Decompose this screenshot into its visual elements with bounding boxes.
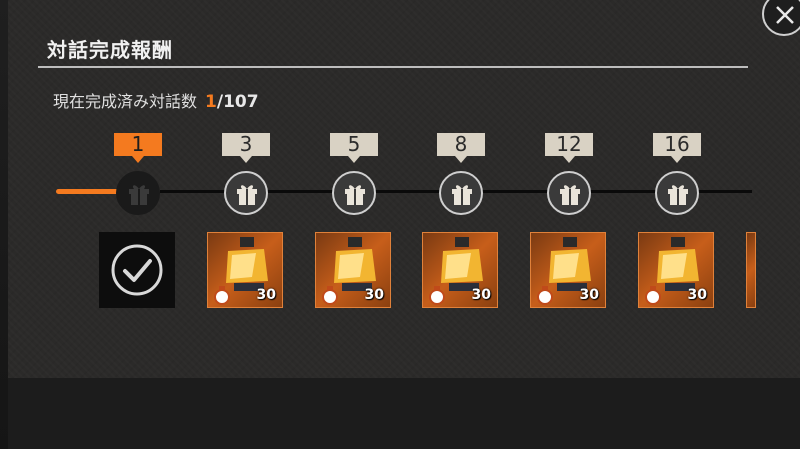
checkmark-icon xyxy=(111,244,163,296)
milestone-gift[interactable] xyxy=(224,171,268,215)
gift-icon xyxy=(237,185,257,205)
milestone-gift[interactable] xyxy=(547,171,591,215)
milestone-label: 5 xyxy=(330,133,378,163)
milestone-label: 12 xyxy=(545,133,593,163)
reward-quantity: 30 xyxy=(579,287,599,303)
milestone-label: 16 xyxy=(653,133,701,163)
milestone-gift[interactable] xyxy=(332,171,376,215)
progress-current: 1 xyxy=(205,92,217,112)
progress-total: /107 xyxy=(216,92,259,112)
close-icon xyxy=(776,6,794,24)
milestone-label: 8 xyxy=(437,133,485,163)
reward-item[interactable]: 30 xyxy=(207,232,283,308)
reward-quantity: 30 xyxy=(256,287,276,303)
milestone-label: 1 xyxy=(114,133,162,163)
gift-icon xyxy=(668,185,688,205)
potion-icon xyxy=(322,286,338,305)
potion-icon xyxy=(537,286,553,305)
potion-icon xyxy=(214,286,230,305)
reward-claimed-slot[interactable] xyxy=(99,232,175,308)
reward-item[interactable]: 30 xyxy=(530,232,606,308)
gift-icon xyxy=(560,185,580,205)
milestone-gift[interactable] xyxy=(655,171,699,215)
milestone-gift-claimed[interactable] xyxy=(116,171,160,215)
gift-icon xyxy=(452,185,472,205)
milestone-gift[interactable] xyxy=(439,171,483,215)
reward-quantity: 30 xyxy=(364,287,384,303)
panel-footer xyxy=(8,378,800,449)
reward-item[interactable]: 30 xyxy=(422,232,498,308)
potion-icon xyxy=(645,286,661,305)
reward-item-partial[interactable] xyxy=(746,232,756,308)
panel-title: 対話完成報酬 xyxy=(47,38,173,62)
reward-quantity: 30 xyxy=(687,287,707,303)
gift-icon xyxy=(129,185,149,205)
title-divider xyxy=(38,66,748,68)
progress-label: 現在完成済み対話数 xyxy=(53,92,198,111)
reward-quantity: 30 xyxy=(471,287,491,303)
reward-item[interactable]: 30 xyxy=(638,232,714,308)
progress-summary: 現在完成済み対話数 1/107 xyxy=(53,88,259,112)
milestone-track-progress xyxy=(56,189,124,194)
milestone-label: 3 xyxy=(222,133,270,163)
gift-icon xyxy=(345,185,365,205)
reward-item[interactable]: 30 xyxy=(315,232,391,308)
potion-icon xyxy=(429,286,445,305)
